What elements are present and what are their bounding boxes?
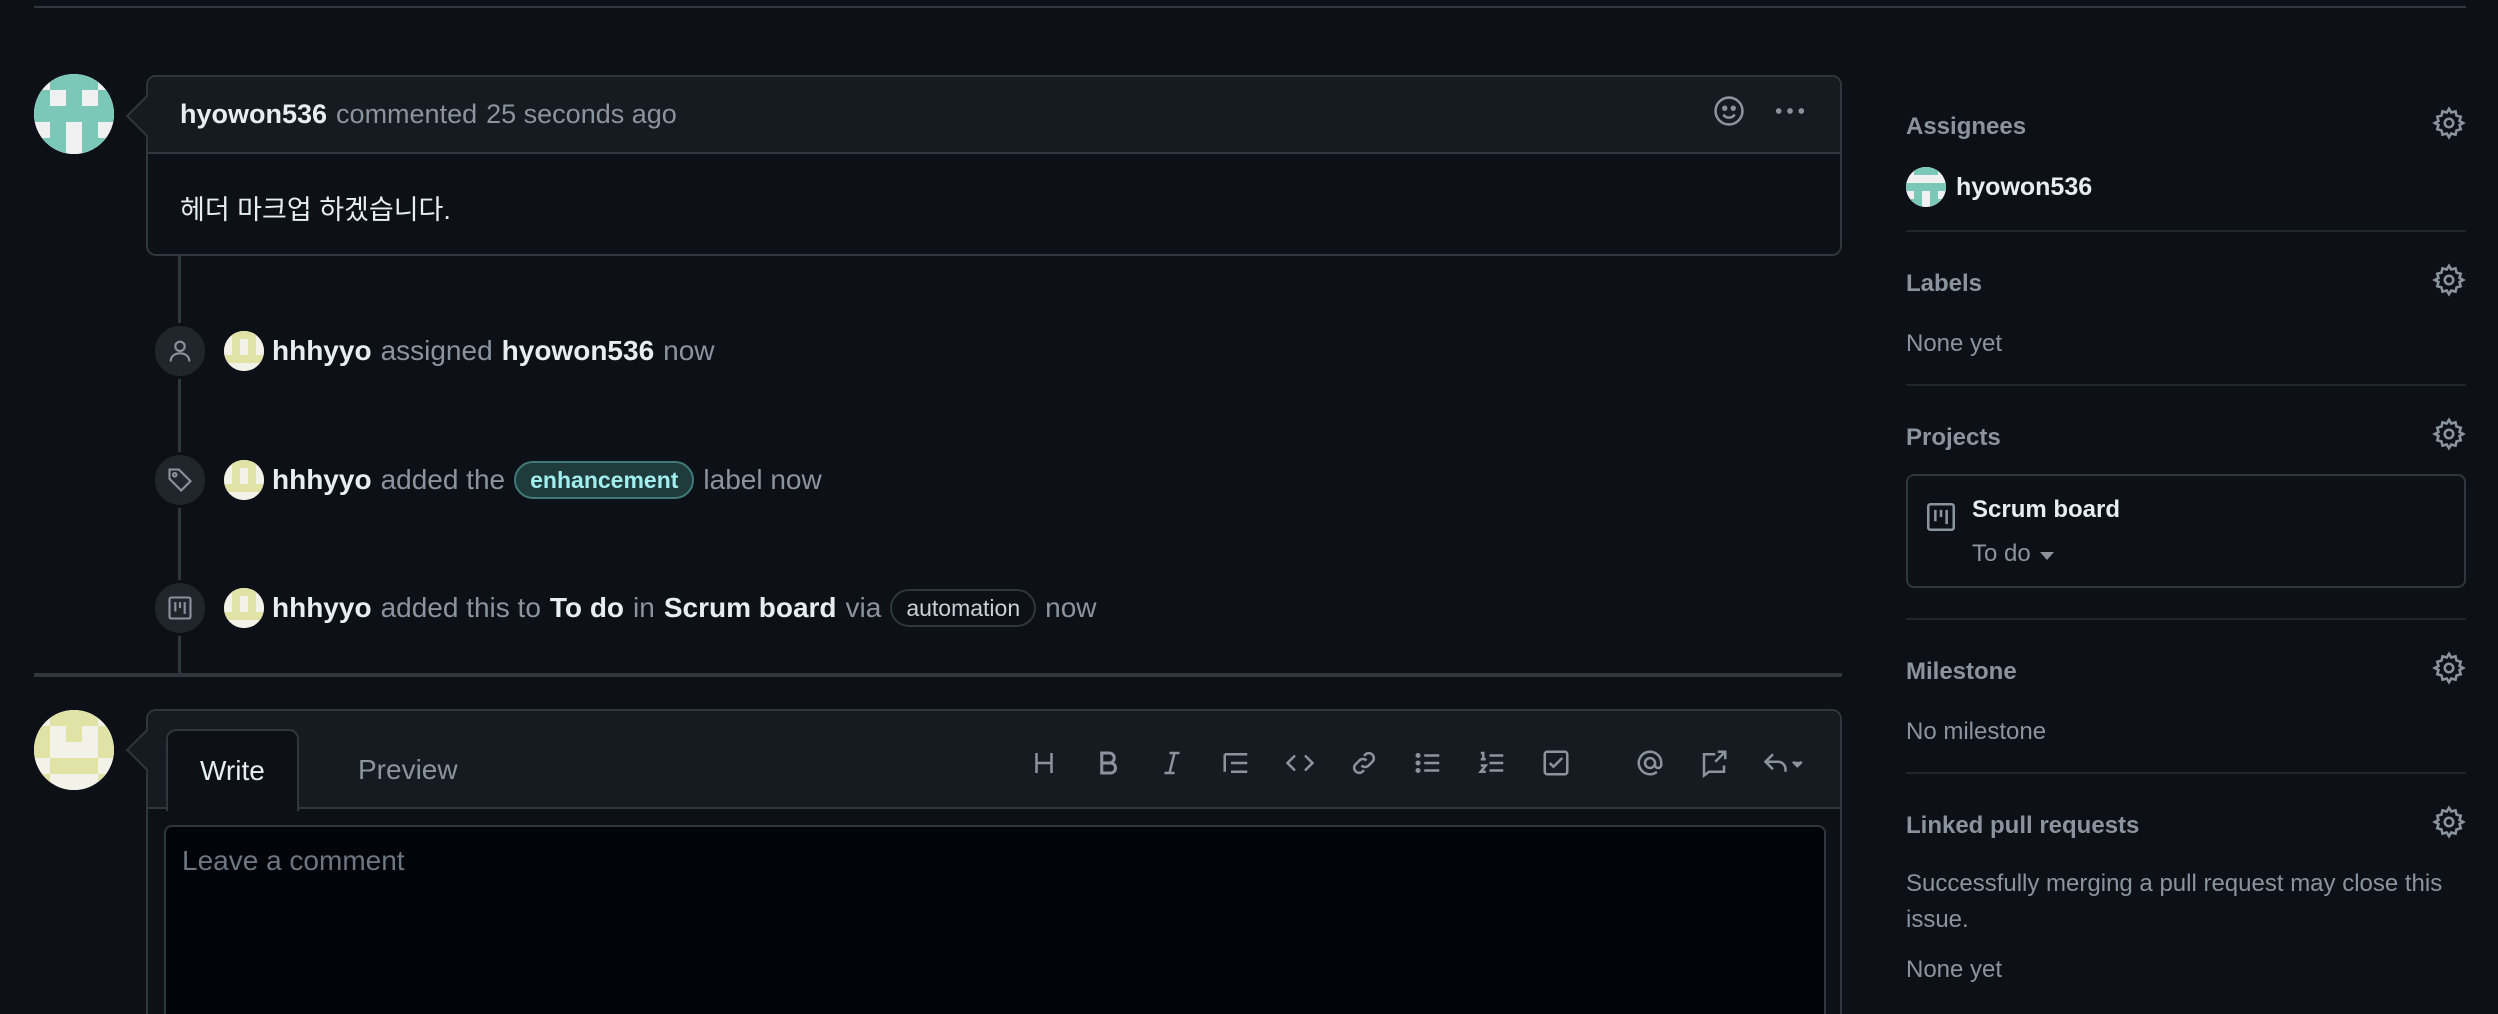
milestone-title[interactable]: Milestone — [1906, 658, 2017, 686]
event-time[interactable]: now — [663, 335, 714, 367]
current-user-avatar[interactable] — [34, 710, 114, 790]
sidebar-milestone: Milestone No milestone — [1906, 651, 2466, 746]
quote-icon[interactable] — [1204, 741, 1268, 785]
assignee-name[interactable]: hyowon536 — [1956, 173, 2092, 202]
event-in: in — [633, 592, 655, 623]
comment-action: commented — [336, 99, 478, 129]
project-column-value: To do — [1972, 540, 2031, 567]
event-verb: assigned — [380, 335, 493, 366]
gear-icon[interactable] — [2432, 805, 2466, 846]
tag-icon — [152, 452, 208, 508]
comment-textarea[interactable]: Leave a comment — [164, 825, 1826, 1014]
actor-name[interactable]: hhhyyo — [272, 335, 372, 367]
gear-icon[interactable] — [2432, 417, 2466, 458]
project-card-name[interactable]: Scrum board — [1972, 496, 2120, 524]
caret-down-icon — [2039, 540, 2055, 568]
labels-title[interactable]: Labels — [1906, 270, 1982, 298]
linked-prs-value: None yet — [1906, 956, 2003, 983]
comment-author-avatar[interactable] — [34, 74, 114, 154]
actor-name[interactable]: hhhyyo — [272, 592, 372, 624]
project-column-select[interactable]: To do — [1972, 540, 2055, 568]
task-list-icon[interactable] — [1524, 741, 1588, 785]
project-board-icon — [1924, 500, 1958, 539]
actor-avatar[interactable] — [224, 588, 264, 628]
comment-body: 헤더 마크업 하겠습니다. — [180, 195, 451, 225]
sidebar-divider — [1906, 772, 2466, 774]
project-column: To do — [549, 592, 625, 623]
linked-prs-title[interactable]: Linked pull requests — [1906, 812, 2139, 840]
timeline-event-assigned: hhhyyo assigned hyowon536 now — [152, 323, 715, 379]
sidebar-divider — [1906, 618, 2466, 620]
comment-author[interactable]: hyowon536 — [180, 99, 327, 130]
assignee-name[interactable]: hyowon536 — [502, 335, 654, 367]
projects-title[interactable]: Projects — [1906, 424, 2001, 452]
sidebar-divider — [1906, 384, 2466, 386]
person-icon — [152, 323, 208, 379]
label-enhancement[interactable]: enhancement — [514, 461, 695, 499]
timeline-event-project: hhhyyo added this to To do in Scrum boar… — [152, 580, 1097, 636]
event-time[interactable]: now — [1045, 592, 1096, 624]
unordered-list-icon[interactable] — [1396, 741, 1460, 785]
comment-editor: Write Preview Leave a comment — [146, 709, 1842, 1014]
automation-badge: automation — [890, 589, 1037, 627]
tab-write[interactable]: Write — [166, 729, 299, 811]
heading-icon[interactable] — [1012, 741, 1076, 785]
issue-comment: hyowon536 commented 25 seconds ago 헤더 마크… — [146, 75, 1842, 256]
mention-icon[interactable] — [1618, 741, 1682, 785]
markdown-toolbar — [1012, 741, 1820, 785]
sidebar-linked-prs: Linked pull requests Successfully mergin… — [1906, 805, 2466, 984]
event-verb: added the — [380, 464, 506, 495]
milestone-value: No milestone — [1906, 718, 2047, 745]
actor-avatar[interactable] — [224, 331, 264, 371]
sidebar-assignees: Assignees hyowon536 — [1906, 106, 2466, 207]
italic-icon[interactable] — [1140, 741, 1204, 785]
labels-value: None yet — [1906, 330, 2003, 357]
actor-avatar[interactable] — [224, 460, 264, 500]
link-icon[interactable] — [1332, 741, 1396, 785]
sidebar-divider — [1906, 230, 2466, 232]
reply-icon[interactable] — [1746, 741, 1820, 785]
kebab-menu-icon[interactable] — [1772, 94, 1808, 135]
actor-name[interactable]: hhhyyo — [272, 464, 372, 496]
event-suffix: label now — [703, 464, 822, 495]
sidebar-projects: Projects Scrum board To do — [1906, 417, 2466, 588]
gear-icon[interactable] — [2432, 263, 2466, 304]
add-reaction-icon[interactable] — [1712, 94, 1746, 135]
assignees-title[interactable]: Assignees — [1906, 113, 2026, 141]
comment-header: hyowon536 commented 25 seconds ago — [148, 77, 1840, 154]
ordered-list-icon[interactable] — [1460, 741, 1524, 785]
tab-preview[interactable]: Preview — [326, 729, 490, 811]
event-via: via — [845, 592, 882, 623]
code-icon[interactable] — [1268, 741, 1332, 785]
bold-icon[interactable] — [1076, 741, 1140, 785]
project-card: Scrum board To do — [1906, 474, 2466, 588]
comment-time[interactable]: 25 seconds ago — [486, 99, 677, 130]
cross-reference-icon[interactable] — [1682, 741, 1746, 785]
sidebar-labels: Labels None yet — [1906, 263, 2466, 358]
project-icon — [152, 580, 208, 636]
assignee-avatar[interactable] — [1906, 167, 1946, 207]
top-border — [34, 6, 2466, 8]
editor-header: Write Preview — [148, 711, 1840, 811]
project-name[interactable]: Scrum board — [664, 592, 837, 624]
event-verb: added this to — [380, 592, 541, 623]
gear-icon[interactable] — [2432, 651, 2466, 692]
timeline-divider — [34, 673, 1842, 677]
linked-prs-description: Successfully merging a pull request may … — [1906, 870, 2443, 933]
timeline-event-labeled: hhhyyo added the enhancement label now — [152, 452, 822, 508]
gear-icon[interactable] — [2432, 106, 2466, 147]
